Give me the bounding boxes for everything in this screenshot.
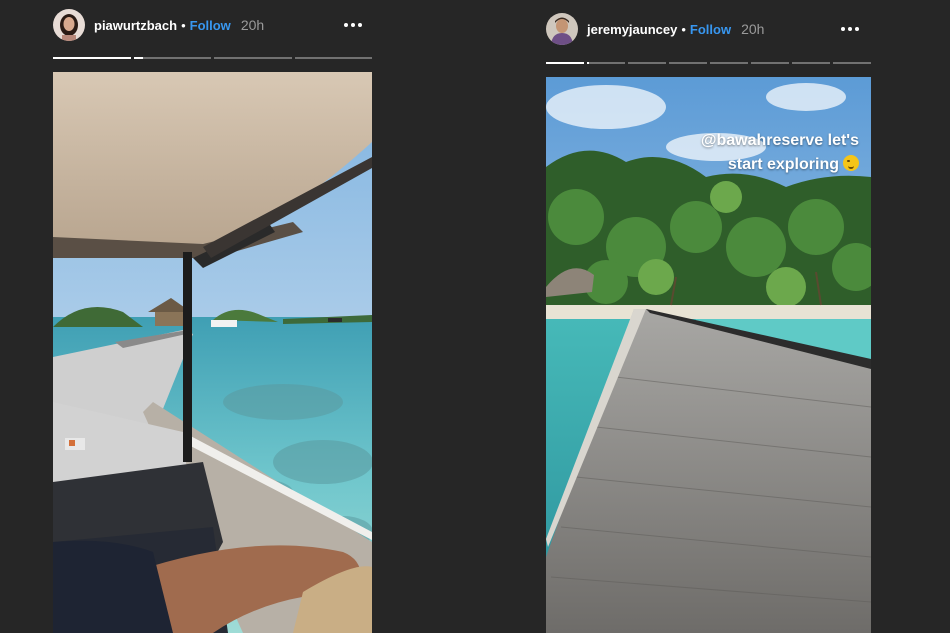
story-piawurtzbach[interactable]: piawurtzbach • Follow 20h [53, 0, 372, 633]
more-options-icon[interactable] [836, 14, 864, 44]
progress-segment [587, 62, 625, 64]
caption-line: @bawahreserve let's [700, 132, 859, 149]
winking-face-emoji-icon [843, 155, 859, 171]
progress-segment [751, 62, 789, 64]
progress-segment [546, 62, 584, 64]
story-header: jeremyjauncey • Follow 20h [546, 13, 871, 45]
avatar[interactable] [53, 9, 85, 41]
caption-text: start exploring [727, 156, 839, 173]
story-header: piawurtzbach • Follow 20h [53, 9, 372, 41]
story-progress-bar [546, 62, 871, 64]
timestamp: 20h [741, 21, 765, 37]
story-jeremyjauncey[interactable]: jeremyjauncey • Follow 20h @bawahreserve… [546, 0, 871, 633]
more-options-icon[interactable] [339, 10, 367, 40]
progress-segment [628, 62, 666, 64]
caption-line: start exploring [701, 153, 859, 177]
story-progress-bar [53, 57, 372, 59]
username[interactable]: piawurtzbach [94, 18, 177, 33]
progress-segment [133, 57, 211, 59]
progress-segment [53, 57, 131, 59]
progress-segment [792, 62, 830, 64]
follow-button[interactable]: Follow [690, 22, 731, 37]
progress-segment [294, 57, 372, 59]
separator: • [681, 21, 686, 37]
story-caption: @bawahreserve let's start exploring [701, 129, 859, 177]
follow-button[interactable]: Follow [190, 18, 231, 33]
story-media-image[interactable]: @bawahreserve let's start exploring [546, 77, 871, 633]
progress-segment [833, 62, 871, 64]
timestamp: 20h [240, 17, 265, 33]
username[interactable]: jeremyjauncey [587, 22, 677, 37]
story-media-image[interactable] [53, 72, 372, 633]
progress-segment [669, 62, 707, 64]
progress-segment [710, 62, 748, 64]
separator: • [181, 17, 186, 33]
avatar[interactable] [546, 13, 578, 45]
progress-segment [214, 57, 292, 59]
